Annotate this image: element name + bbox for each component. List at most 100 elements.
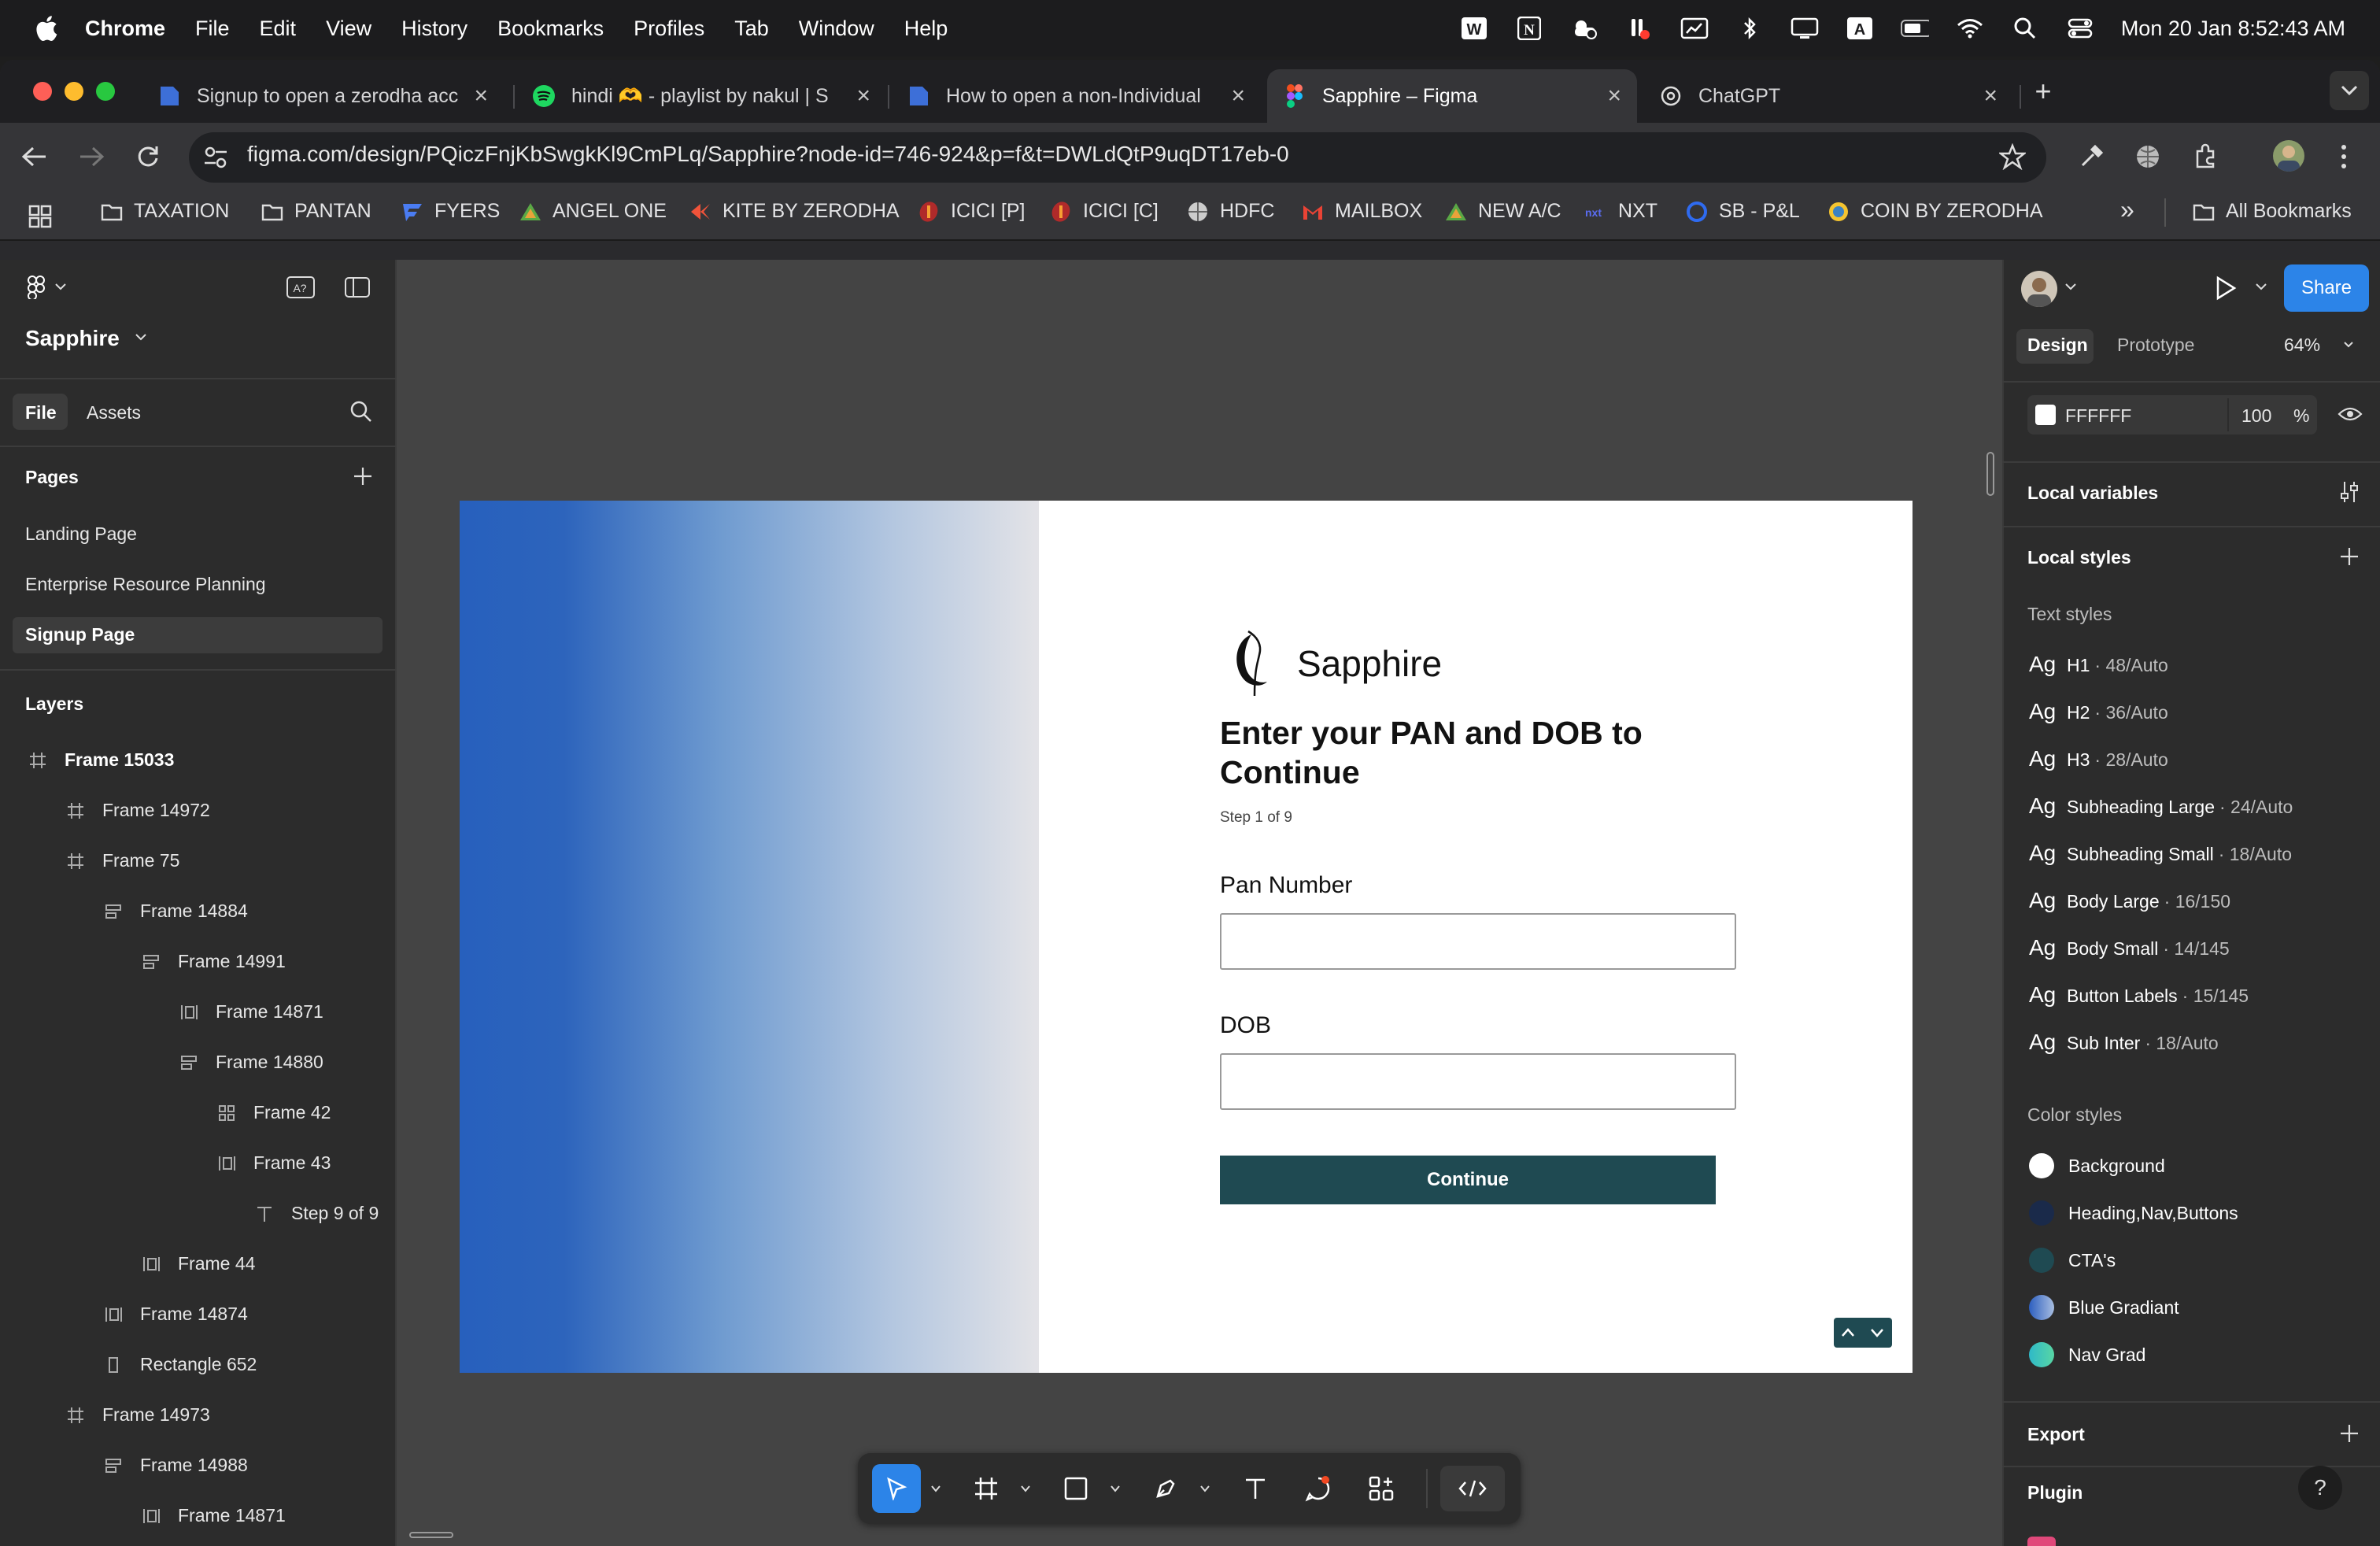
text-style-body-large[interactable]: Ag Body Large · 16/150 <box>2029 888 2230 913</box>
layer-item[interactable]: Frame 15033 <box>28 749 174 771</box>
text-style-h1[interactable]: Ag H1 · 48/Auto <box>2029 652 2168 677</box>
chevron-down-icon[interactable] <box>135 334 146 342</box>
bookmark-kite-zerodha[interactable]: KITE BY ZERODHA <box>689 200 900 223</box>
menu-profiles[interactable]: Profiles <box>634 17 704 41</box>
page-signup[interactable]: Signup Page <box>25 624 135 645</box>
layer-item[interactable]: Frame 14871 <box>179 1001 323 1023</box>
menu-help[interactable]: Help <box>904 17 948 41</box>
color-style-background[interactable]: Background <box>2029 1153 2165 1178</box>
bookmark-pantan[interactable]: PANTAN <box>261 200 371 223</box>
new-tab-button[interactable]: + <box>2027 76 2059 107</box>
layer-item[interactable]: Frame 14884 <box>104 901 248 922</box>
tab-zerodha-signup[interactable]: Signup to open a zerodha acc × <box>142 69 504 123</box>
plugin-icon[interactable] <box>2027 1537 2056 1546</box>
close-tab-icon[interactable]: × <box>1983 83 1998 109</box>
apps-grid-icon[interactable] <box>28 205 52 228</box>
pan-input[interactable] <box>1220 913 1736 970</box>
font-check-icon[interactable]: A? <box>286 276 315 299</box>
add-export-icon[interactable] <box>2339 1423 2360 1444</box>
export-label[interactable]: Export <box>2027 1424 2085 1445</box>
add-style-icon[interactable] <box>2339 546 2360 567</box>
menu-file[interactable]: File <box>195 17 230 41</box>
bookmark-icici-p[interactable]: ICICI [P] <box>918 200 1025 223</box>
eye-icon[interactable] <box>2338 405 2363 423</box>
menu-edit[interactable]: Edit <box>260 17 297 41</box>
eyedropper-extension-icon[interactable] <box>2078 143 2105 170</box>
minimize-window-button[interactable] <box>65 82 83 101</box>
word-icon[interactable]: W <box>1460 15 1488 42</box>
bookmark-sb-pl[interactable]: SB - P&L <box>1686 200 1800 223</box>
file-name[interactable]: Sapphire <box>25 326 120 351</box>
color-style-ctas[interactable]: CTA's <box>2029 1248 2116 1273</box>
color-style-heading[interactable]: Heading,Nav,Buttons <box>2029 1200 2238 1226</box>
menu-tab[interactable]: Tab <box>734 17 769 41</box>
page-landing[interactable]: Landing Page <box>25 523 137 545</box>
bluetooth-icon[interactable] <box>1735 15 1764 42</box>
local-variables-label[interactable]: Local variables <box>2027 483 2158 504</box>
text-style-subheading-small[interactable]: Ag Subheading Small · 18/Auto <box>2029 841 2292 866</box>
menu-history[interactable]: History <box>401 17 468 41</box>
menu-window[interactable]: Window <box>799 17 874 41</box>
app-alert-icon[interactable] <box>1625 15 1654 42</box>
screen-icon[interactable] <box>1680 15 1709 42</box>
text-tool-button[interactable] <box>1232 1466 1278 1511</box>
chevron-down-icon[interactable] <box>55 283 66 291</box>
site-info-icon[interactable] <box>203 145 228 170</box>
layer-item[interactable]: Frame 75 <box>66 850 179 871</box>
globe-extension-icon[interactable] <box>2134 143 2161 170</box>
bookmark-fyers[interactable]: FYERS <box>401 200 500 223</box>
layer-item[interactable]: Frame 14991 <box>142 951 286 972</box>
menu-view[interactable]: View <box>326 17 371 41</box>
extensions-puzzle-icon[interactable] <box>2193 143 2219 170</box>
dob-input[interactable] <box>1220 1053 1736 1110</box>
menu-bookmarks[interactable]: Bookmarks <box>497 17 604 41</box>
search-icon[interactable] <box>2011 15 2039 42</box>
layer-item[interactable]: Frame 14973 <box>66 1404 210 1426</box>
bookmark-icici-c[interactable]: ICICI [C] <box>1050 200 1159 223</box>
chevron-down-icon[interactable] <box>2256 283 2267 291</box>
weather-icon[interactable] <box>1570 15 1598 42</box>
layer-item[interactable]: Frame 44 <box>142 1253 255 1274</box>
toggle-sidebar-icon[interactable] <box>345 277 370 298</box>
layer-item[interactable]: Frame 14988 <box>104 1455 248 1476</box>
close-tab-icon[interactable]: × <box>856 83 870 109</box>
chevron-up-icon[interactable] <box>1834 1318 1863 1348</box>
tab-sapphire-figma[interactable]: Sapphire – Figma × <box>1267 69 1637 123</box>
menubar-clock[interactable]: Mon 20 Jan 8:52:43 AM <box>2121 17 2345 41</box>
dev-mode-button[interactable] <box>1440 1466 1505 1511</box>
chevron-down-icon[interactable] <box>1199 1483 1210 1494</box>
color-style-blue-gradiant[interactable]: Blue Gradiant <box>2029 1295 2179 1320</box>
pen-tool-button[interactable] <box>1143 1466 1188 1511</box>
canvas-scrollbar[interactable] <box>1986 452 1994 496</box>
zoom-level[interactable]: 64% <box>2284 335 2320 356</box>
layer-item[interactable]: Frame 14871 <box>142 1505 286 1526</box>
bookmark-angel-one[interactable]: ANGEL ONE <box>519 200 667 223</box>
close-tab-icon[interactable]: × <box>1231 83 1245 109</box>
signup-frame[interactable]: Sapphire Enter your PAN and DOB to Conti… <box>460 501 1913 1373</box>
text-style-h3[interactable]: Ag H3 · 28/Auto <box>2029 746 2168 771</box>
chevron-down-icon[interactable] <box>2344 342 2353 348</box>
layer-item[interactable]: Frame 43 <box>217 1152 331 1174</box>
notion-icon[interactable]: N <box>1515 15 1543 42</box>
layer-item[interactable]: Frame 14880 <box>179 1052 323 1073</box>
variables-adjust-icon[interactable] <box>2339 480 2360 504</box>
chevron-down-icon[interactable] <box>1110 1483 1121 1494</box>
canvas-h-scrollbar[interactable] <box>409 1532 453 1538</box>
bookmark-new-ac[interactable]: NEW A/C <box>1445 200 1561 223</box>
tab-prototype[interactable]: Prototype <box>2117 335 2194 356</box>
bookmark-nxt[interactable]: nxt NXT <box>1585 200 1658 223</box>
chrome-menu-icon[interactable] <box>2338 143 2350 170</box>
bookmark-mailbox[interactable]: MAILBOX <box>1302 200 1422 223</box>
user-avatar[interactable] <box>2021 271 2057 307</box>
bg-opacity-value[interactable]: 100 <box>2241 405 2271 427</box>
text-style-sub-inter[interactable]: Ag Sub Inter · 18/Auto <box>2029 1030 2219 1055</box>
wifi-icon[interactable] <box>1956 15 1984 42</box>
chevron-down-icon[interactable] <box>930 1483 941 1494</box>
search-icon[interactable] <box>349 400 373 423</box>
forward-icon[interactable] <box>79 145 105 168</box>
present-play-icon[interactable] <box>2215 276 2237 301</box>
tab-assets[interactable]: Assets <box>87 402 141 423</box>
tab-non-individual[interactable]: How to open a non-Individual × <box>891 69 1261 123</box>
add-page-icon[interactable] <box>353 466 373 486</box>
bookmark-hdfc[interactable]: HDFC <box>1187 200 1274 223</box>
